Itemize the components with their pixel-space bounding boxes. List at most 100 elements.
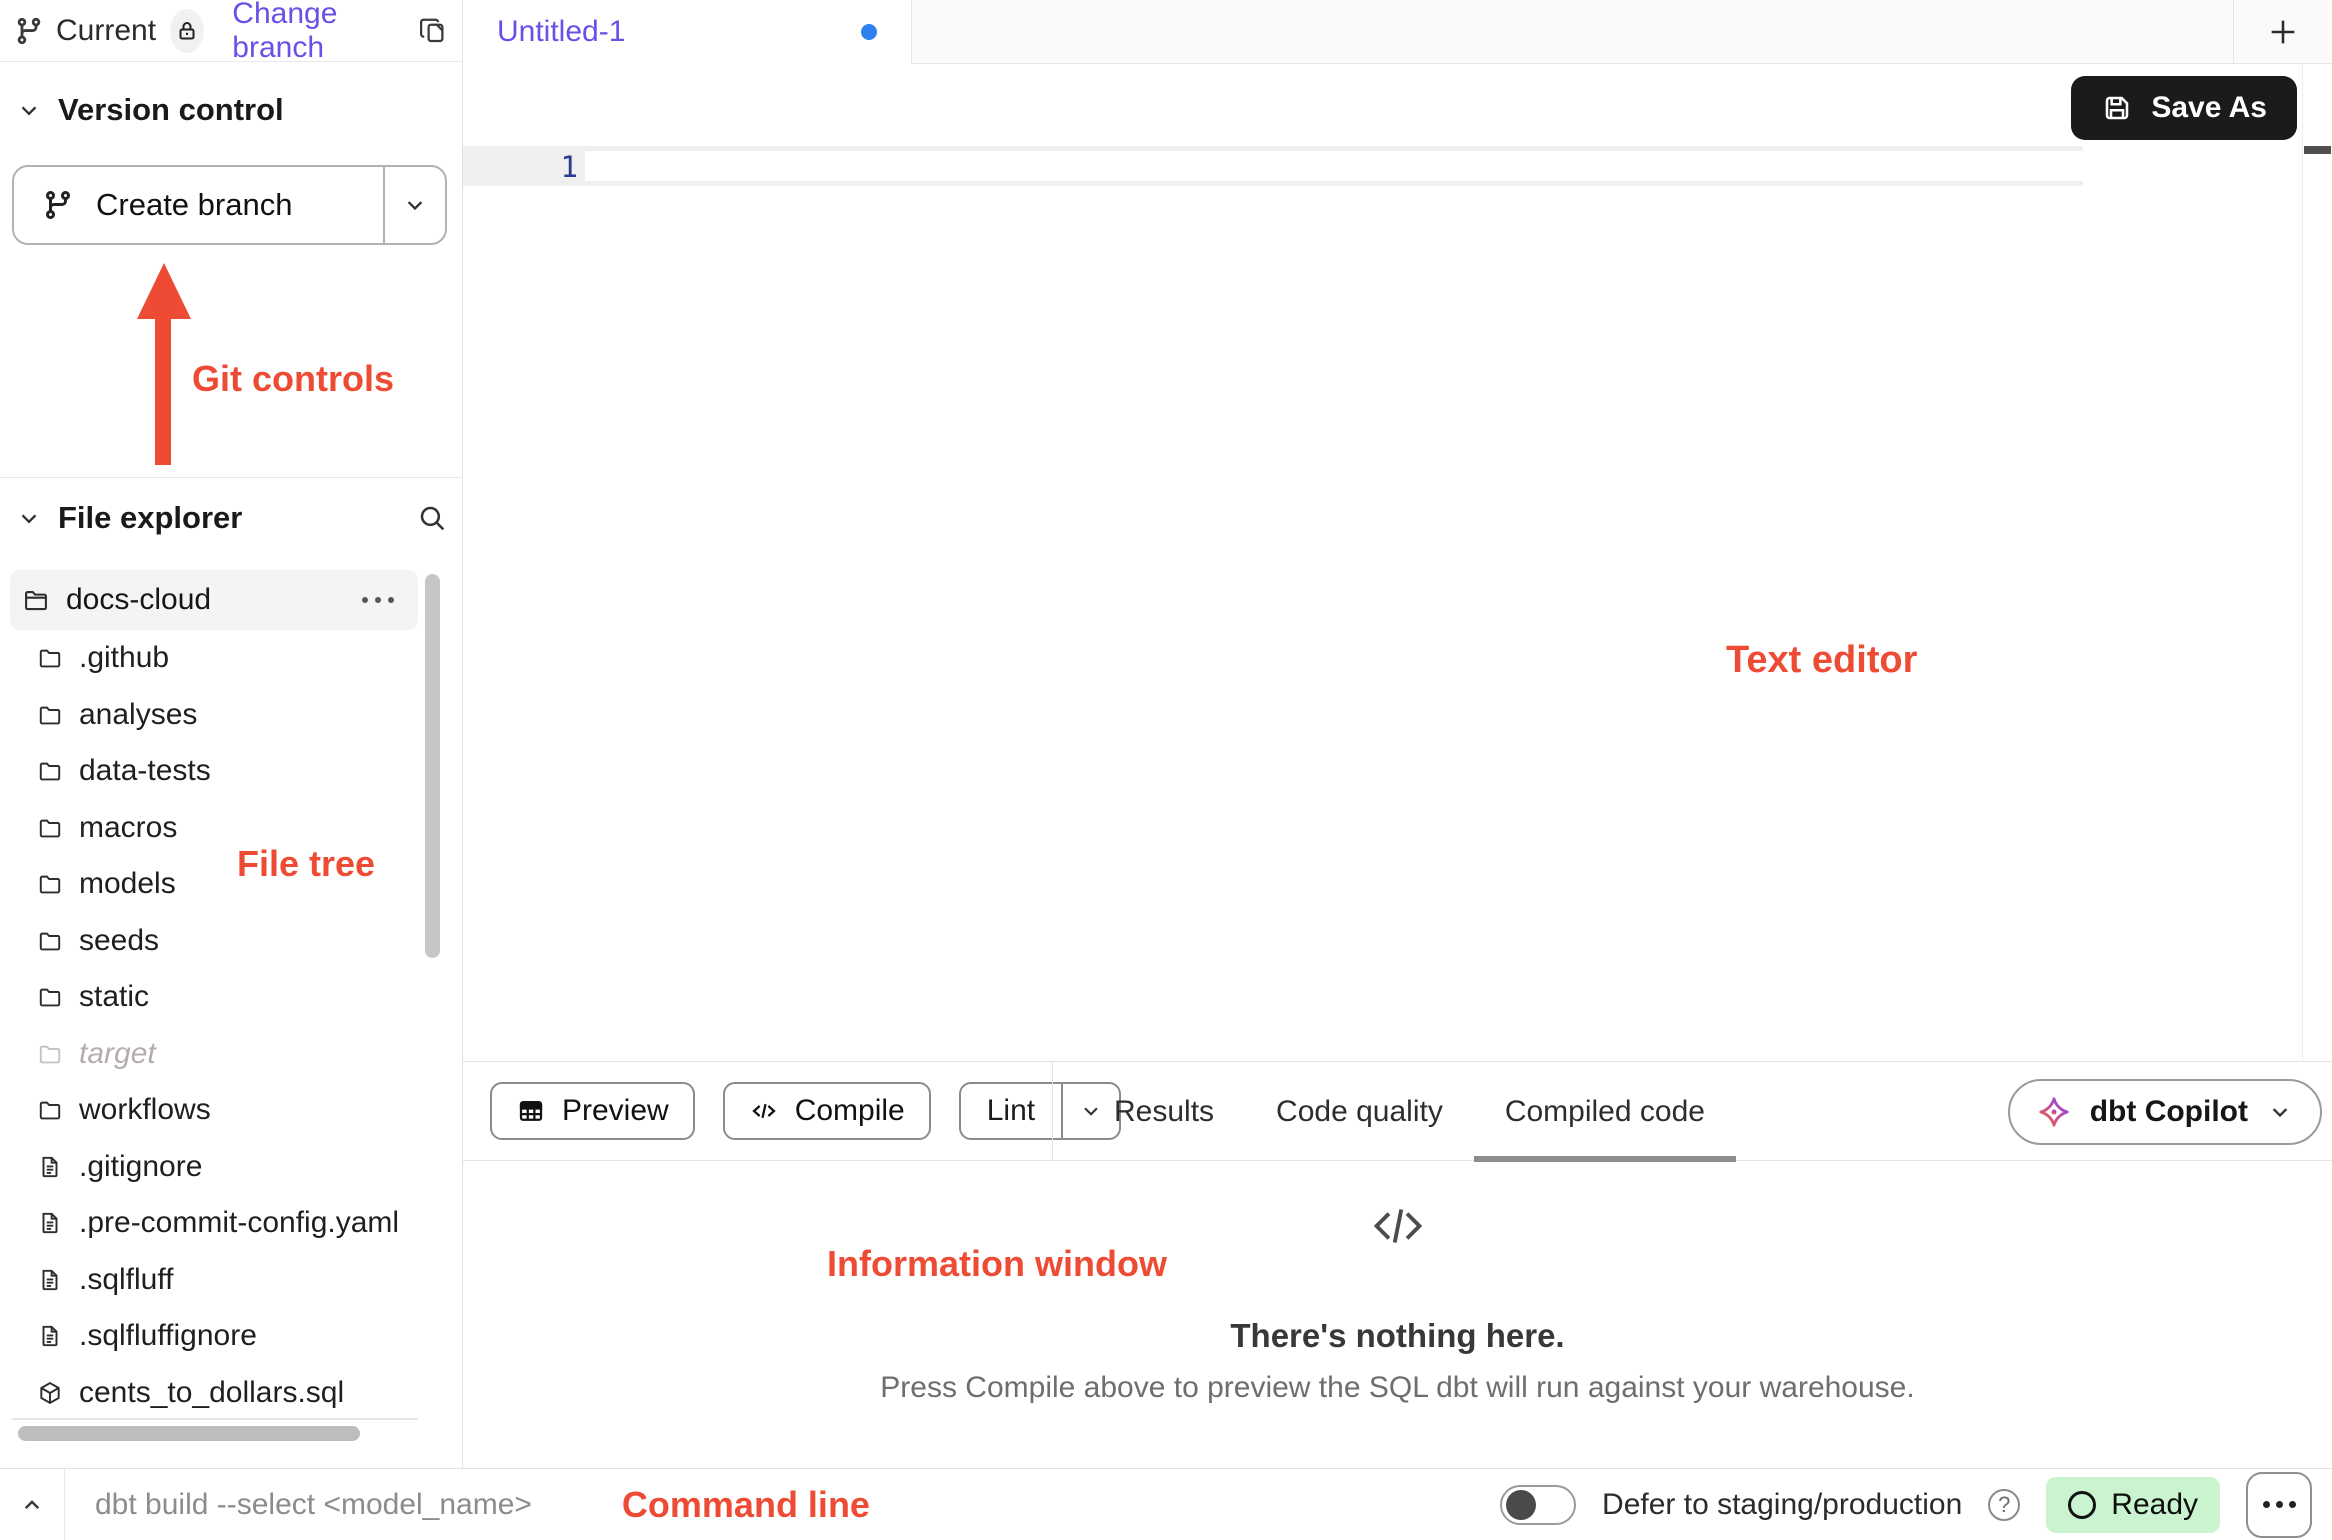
file-item-label: .github <box>79 641 169 675</box>
tab-results[interactable]: Results <box>1083 1062 1245 1161</box>
preview-label: Preview <box>562 1094 669 1128</box>
lint-button[interactable]: Lint <box>961 1084 1061 1138</box>
empty-state: There's nothing here. Press Compile abov… <box>463 1161 2332 1469</box>
expand-command-bar-button[interactable] <box>0 1490 64 1520</box>
tab-compiled-code[interactable]: Compiled code <box>1474 1062 1736 1161</box>
file-item-label: seeds <box>79 924 159 958</box>
command-bar: dbt build --select <model_name> Command … <box>0 1468 2332 1540</box>
file-item-gitignore[interactable]: .gitignore <box>0 1139 440 1196</box>
file-item-docs-cloud[interactable]: docs-cloud <box>10 570 418 630</box>
tab-code-quality[interactable]: Code quality <box>1245 1062 1474 1161</box>
editor-scrollbar-thumb[interactable] <box>2304 146 2331 154</box>
version-control-title: Version control <box>58 92 284 128</box>
dbt-ide-app: Current Change branch Version control <box>0 0 2332 1540</box>
copy-icon[interactable] <box>418 16 448 46</box>
tab-untitled-1[interactable]: Untitled-1 <box>463 0 912 64</box>
chevron-down-icon[interactable] <box>16 505 42 531</box>
search-icon[interactable] <box>416 502 448 534</box>
editor-line-number: 1 <box>463 150 578 184</box>
file-item-label: data-tests <box>79 754 211 788</box>
model-cube-icon <box>37 1380 63 1406</box>
vertical-scrollbar[interactable] <box>425 574 440 958</box>
file-item-workflows[interactable]: workflows <box>0 1082 440 1139</box>
divider <box>12 1418 418 1420</box>
folder-icon <box>37 758 63 784</box>
file-item-label: workflows <box>79 1093 211 1127</box>
file-item-sqlfluffignore[interactable]: .sqlfluffignore <box>0 1308 440 1365</box>
folder-icon <box>37 815 63 841</box>
divider <box>2302 64 2303 1061</box>
defer-toggle[interactable] <box>1500 1485 1576 1525</box>
save-as-button[interactable]: Save As <box>2071 76 2297 140</box>
folder-icon <box>37 871 63 897</box>
file-item-github[interactable]: .github <box>0 630 440 687</box>
defer-label: Defer to staging/production <box>1602 1488 1962 1522</box>
annotation-git-controls: Git controls <box>192 358 394 400</box>
create-branch-button[interactable]: Create branch <box>14 167 383 243</box>
annotation-information-window: Information window <box>827 1243 1167 1285</box>
panel-tabs: Results Code quality Compiled code <box>1083 1062 1736 1161</box>
text-editor[interactable]: 1 Save As Text editor <box>463 64 2332 1061</box>
divider <box>1052 1062 1053 1161</box>
empty-state-subtitle: Press Compile above to preview the SQL d… <box>463 1371 2332 1405</box>
main-area: Untitled-1 1 Save As Text editor <box>463 0 2332 1468</box>
annotation-command-line: Command line <box>622 1484 870 1526</box>
editor-active-line[interactable] <box>463 146 2083 186</box>
file-item-label: docs-cloud <box>66 583 211 617</box>
folder-icon <box>37 1041 63 1067</box>
ide-status-badge[interactable]: Ready <box>2046 1477 2220 1533</box>
file-item-analyses[interactable]: analyses <box>0 687 440 744</box>
divider <box>64 1469 65 1540</box>
compile-label: Compile <box>795 1094 905 1128</box>
file-item-data-tests[interactable]: data-tests <box>0 743 440 800</box>
file-icon <box>37 1154 63 1180</box>
folder-open-icon <box>22 586 50 614</box>
file-item-label: static <box>79 980 149 1014</box>
file-list: .github analyses data-tests <box>0 630 440 1421</box>
divider <box>0 477 462 478</box>
file-item-static[interactable]: static <box>0 969 440 1026</box>
file-item-label: .pre-commit-config.yaml <box>79 1206 399 1240</box>
lock-icon <box>175 19 199 43</box>
current-branch-label: Current <box>56 14 156 48</box>
horizontal-scrollbar[interactable] <box>18 1426 360 1441</box>
command-input[interactable]: dbt build --select <model_name> <box>95 1488 532 1522</box>
annotation-arrow-up <box>137 263 191 319</box>
annotation-text-editor: Text editor <box>1726 639 1917 682</box>
change-branch-link[interactable]: Change branch <box>232 0 392 65</box>
file-explorer-title: File explorer <box>58 500 242 536</box>
new-tab-button[interactable] <box>2233 0 2332 64</box>
git-branch-icon <box>14 16 44 46</box>
file-item-label: models <box>79 867 176 901</box>
file-tree: docs-cloud .github analyses <box>0 565 440 1421</box>
file-item-label: .sqlfluff <box>79 1263 174 1297</box>
panel-toolbar: Preview Compile Lint <box>463 1062 2332 1161</box>
compile-button[interactable]: Compile <box>723 1082 931 1140</box>
file-item-sqlfluff[interactable]: .sqlfluff <box>0 1252 440 1309</box>
file-item-target[interactable]: target <box>0 1026 440 1083</box>
branch-lock-chip[interactable] <box>170 9 204 53</box>
file-item-pre-commit-config-yaml[interactable]: .pre-commit-config.yaml <box>0 1195 440 1252</box>
help-icon[interactable]: ? <box>1988 1489 2020 1521</box>
dbt-copilot-button[interactable]: dbt Copilot <box>2008 1079 2322 1145</box>
save-icon <box>2101 92 2133 124</box>
save-as-label: Save As <box>2151 91 2267 125</box>
file-item-seeds[interactable]: seeds <box>0 913 440 970</box>
copilot-sparkle-icon <box>2036 1094 2072 1130</box>
ready-label: Ready <box>2111 1488 2198 1522</box>
annotation-file-tree: File tree <box>237 843 375 885</box>
file-item-cents-to-dollars-sql[interactable]: cents_to_dollars.sql <box>0 1365 440 1422</box>
more-options-icon[interactable] <box>362 597 394 603</box>
preview-button[interactable]: Preview <box>490 1082 695 1140</box>
file-item-label: cents_to_dollars.sql <box>79 1376 344 1410</box>
folder-icon <box>37 928 63 954</box>
file-item-label: target <box>79 1037 156 1071</box>
file-icon <box>37 1323 63 1349</box>
copilot-label: dbt Copilot <box>2090 1095 2248 1129</box>
create-branch-caret-button[interactable] <box>385 167 445 243</box>
file-icon <box>37 1210 63 1236</box>
chevron-down-icon[interactable] <box>16 97 42 123</box>
file-item-label: analyses <box>79 698 197 732</box>
more-options-button[interactable] <box>2246 1472 2312 1538</box>
lint-label: Lint <box>987 1094 1035 1128</box>
